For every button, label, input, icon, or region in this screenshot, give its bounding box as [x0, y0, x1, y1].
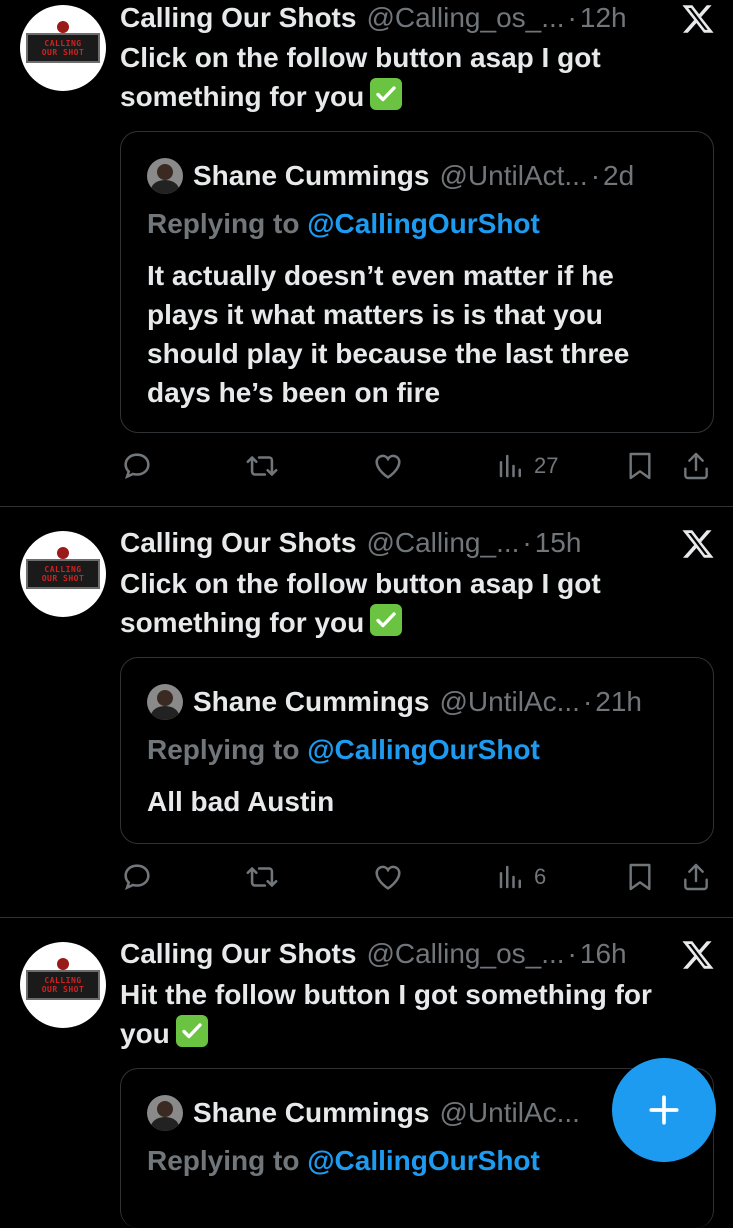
calling-our-shots-logo: CALLING OUR SHOT: [26, 958, 100, 1000]
author-handle[interactable]: @Calling_os_...: [366, 938, 564, 970]
tweet-text-line: Hit the follow button I got something fo…: [120, 979, 652, 1010]
replying-to: Replying to @CallingOurShot: [147, 208, 540, 240]
tweet-actions: 27: [120, 446, 720, 486]
views-icon: [499, 865, 521, 889]
timestamp[interactable]: 16h: [580, 938, 627, 970]
bookmark-icon: [629, 452, 651, 480]
tweet-actions: 6: [120, 857, 720, 897]
author-avatar[interactable]: CALLING OUR SHOT: [20, 531, 106, 617]
tweet-1[interactable]: CALLING OUR SHOT Calling Our Shots @Call…: [0, 0, 733, 505]
author-name[interactable]: Calling Our Shots: [120, 527, 356, 559]
like-button[interactable]: [370, 446, 406, 486]
replying-to: Replying to @CallingOurShot: [147, 734, 540, 766]
separator-dot: ·: [567, 938, 577, 969]
like-button[interactable]: [370, 857, 406, 897]
reply-button[interactable]: [120, 857, 154, 897]
quoted-author-avatar: [147, 158, 183, 194]
retweet-icon: [246, 456, 278, 476]
views-button[interactable]: 6: [496, 857, 546, 897]
tweet-header: Calling Our Shots @Calling_... · 15h: [120, 525, 715, 561]
quoted-timestamp: 21h: [595, 686, 642, 717]
share-button[interactable]: [680, 446, 712, 486]
check-mark-icon: [175, 1015, 208, 1047]
check-mark-icon: [370, 78, 403, 110]
replying-to-label: Replying to: [147, 1145, 308, 1176]
calling-our-shots-logo: CALLING OUR SHOT: [26, 547, 100, 589]
bookmark-button[interactable]: [624, 857, 656, 897]
quoted-author-name: Shane Cummings: [193, 686, 430, 717]
reply-icon: [124, 453, 150, 480]
views-button[interactable]: 27: [496, 446, 558, 486]
quoted-author-handle: @UntilAct...: [439, 160, 588, 191]
replying-to-mention[interactable]: @CallingOurShot: [307, 1145, 540, 1176]
separator-dot: ·: [590, 160, 601, 191]
share-icon: [684, 452, 708, 480]
share-button[interactable]: [680, 857, 712, 897]
author-avatar[interactable]: CALLING OUR SHOT: [20, 5, 106, 91]
quoted-author-handle: @UntilAc...: [439, 686, 580, 717]
plus-icon: [649, 1095, 679, 1125]
timestamp[interactable]: 12h: [580, 2, 627, 34]
replying-to: Replying to @CallingOurShot: [147, 1145, 540, 1177]
x-logo-icon: [682, 941, 714, 969]
tweet-text: Click on the follow button asap I got so…: [120, 38, 700, 116]
quoted-tweet-text: All bad Austin: [147, 786, 335, 817]
quoted-tweet-header: Shane Cummings @UntilAct... · 2d: [147, 158, 693, 194]
replying-to-label: Replying to: [147, 208, 308, 239]
bookmark-icon: [629, 863, 651, 891]
quoted-timestamp: 2d: [603, 160, 635, 191]
reply-icon: [124, 864, 150, 891]
check-mark-icon: [370, 604, 403, 636]
tweet-text: Click on the follow button asap I got so…: [120, 564, 700, 642]
replying-to-mention[interactable]: @CallingOurShot: [307, 208, 540, 239]
tweet-text: Hit the follow button I got something fo…: [120, 975, 720, 1053]
replying-to-mention[interactable]: @CallingOurShot: [307, 734, 540, 765]
retweet-button[interactable]: [244, 446, 280, 486]
timestamp[interactable]: 15h: [535, 527, 582, 559]
bookmark-button[interactable]: [624, 446, 656, 486]
quoted-author-handle: @UntilAc...: [439, 1097, 580, 1128]
quoted-author-avatar: [147, 1095, 183, 1131]
quoted-author-name: Shane Cummings: [193, 1097, 430, 1128]
views-count: 27: [534, 453, 559, 478]
heart-icon: [375, 865, 401, 890]
x-logo-icon: [682, 530, 714, 558]
separator-dot: ·: [522, 527, 532, 558]
tweet-text-content: Click on the follow button asap I got so…: [120, 42, 601, 112]
tweet-3[interactable]: CALLING OUR SHOT Calling Our Shots @Call…: [0, 918, 733, 1228]
quoted-author-avatar: [147, 684, 183, 720]
separator-dot: ·: [567, 2, 577, 33]
author-handle[interactable]: @Calling_os_...: [366, 2, 564, 34]
quoted-tweet-header: Shane Cummings @UntilAc... · 21h: [147, 684, 693, 720]
x-logo-icon: [682, 5, 714, 33]
separator-dot: ·: [582, 686, 593, 717]
author-avatar[interactable]: CALLING OUR SHOT: [20, 942, 106, 1028]
tweet-header: Calling Our Shots @Calling_os_... · 16h: [120, 936, 715, 972]
quoted-tweet-text: It actually doesn’t even matter if he pl…: [147, 260, 630, 408]
quoted-tweet[interactable]: Shane Cummings @UntilAct... · 2d Replyin…: [120, 131, 714, 433]
author-name[interactable]: Calling Our Shots: [120, 2, 356, 34]
quoted-tweet[interactable]: Shane Cummings @UntilAc... · 21h Replyin…: [120, 657, 714, 844]
tweet-2[interactable]: CALLING OUR SHOT Calling Our Shots @Call…: [0, 507, 733, 917]
tweet-header: Calling Our Shots @Calling_os_... · 12h: [120, 0, 715, 36]
reply-button[interactable]: [120, 446, 154, 486]
author-name[interactable]: Calling Our Shots: [120, 938, 356, 970]
views-count: 6: [534, 864, 547, 889]
replying-to-label: Replying to: [147, 734, 308, 765]
compose-button[interactable]: [612, 1058, 716, 1162]
retweet-button[interactable]: [244, 857, 280, 897]
views-icon: [499, 454, 521, 478]
heart-icon: [375, 454, 401, 479]
share-icon: [684, 863, 708, 891]
calling-our-shots-logo: CALLING OUR SHOT: [26, 21, 100, 63]
quoted-author-name: Shane Cummings: [193, 160, 430, 191]
tweet-text-content: Click on the follow button asap I got so…: [120, 568, 601, 638]
tweet-text-line: you: [120, 1018, 170, 1049]
author-handle[interactable]: @Calling_...: [366, 527, 519, 559]
retweet-icon: [246, 867, 278, 887]
